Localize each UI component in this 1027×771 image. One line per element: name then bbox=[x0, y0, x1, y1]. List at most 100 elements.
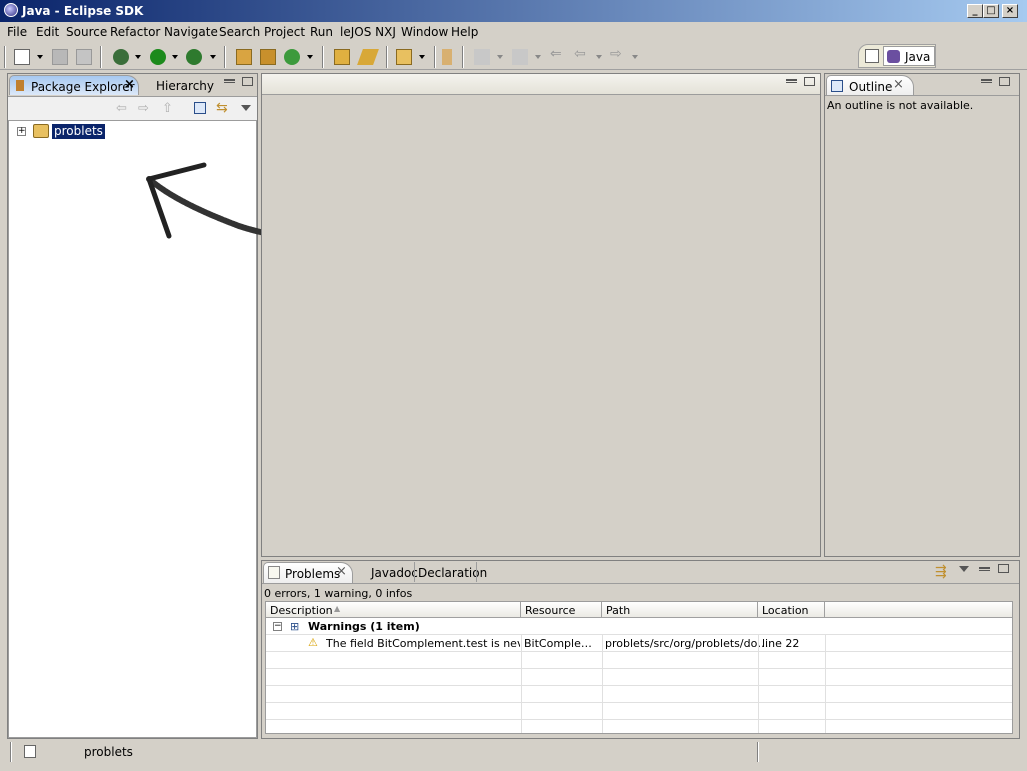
cell-divider bbox=[758, 720, 759, 733]
next-annotation-dropdown-icon[interactable] bbox=[497, 55, 503, 59]
problems-table: Description ▲ Resource Path Location − ⊞… bbox=[265, 601, 1013, 734]
open-type-icon[interactable] bbox=[334, 49, 350, 65]
external-tools-dropdown-icon[interactable] bbox=[210, 55, 216, 59]
warning-group-icon: ⊞ bbox=[290, 620, 300, 633]
link-with-editor-icon[interactable]: ⇆ bbox=[216, 100, 228, 116]
java-perspective-label: Java bbox=[905, 50, 931, 64]
tree-item-problets[interactable]: problets bbox=[52, 124, 105, 139]
menu-search[interactable]: Search bbox=[219, 25, 260, 39]
filter-icon[interactable]: ⇶ bbox=[935, 564, 947, 580]
table-row-empty bbox=[266, 669, 1012, 686]
run-icon[interactable] bbox=[150, 49, 166, 65]
menu-file[interactable]: File bbox=[7, 25, 27, 39]
forward-dropdown-icon[interactable] bbox=[632, 55, 638, 59]
maximize-window-button[interactable]: □ bbox=[983, 4, 999, 18]
new-java-class-icon[interactable] bbox=[284, 49, 300, 65]
problem-location: line 22 bbox=[762, 637, 800, 650]
menu-edit[interactable]: Edit bbox=[36, 25, 59, 39]
minimize-icon[interactable] bbox=[979, 567, 990, 571]
close-icon[interactable]: × bbox=[336, 564, 347, 579]
problems-tab-divider bbox=[262, 583, 1019, 584]
minimize-icon[interactable] bbox=[224, 79, 235, 83]
column-header-description[interactable]: Description ▲ bbox=[266, 602, 521, 618]
table-row-group[interactable]: − ⊞ Warnings (1 item) bbox=[266, 618, 1012, 635]
back-dropdown-icon[interactable] bbox=[596, 55, 602, 59]
menu-window[interactable]: Window bbox=[401, 25, 448, 39]
cell-divider bbox=[521, 635, 522, 651]
fast-view-icon[interactable] bbox=[24, 745, 36, 758]
folder-dropdown-icon[interactable] bbox=[419, 55, 425, 59]
new-dropdown-icon[interactable] bbox=[37, 55, 43, 59]
collapse-icon[interactable]: − bbox=[273, 622, 282, 631]
forward-icon[interactable]: ⇨ bbox=[138, 101, 149, 116]
toolbar-grip bbox=[4, 46, 6, 68]
tab-divider bbox=[414, 562, 415, 582]
cell-divider bbox=[825, 652, 826, 668]
outline-message: An outline is not available. bbox=[827, 99, 974, 112]
minimize-icon[interactable] bbox=[786, 79, 797, 83]
column-header-resource[interactable]: Resource bbox=[521, 602, 602, 618]
search-icon[interactable] bbox=[357, 49, 379, 65]
maximize-icon[interactable] bbox=[999, 77, 1010, 86]
table-row[interactable]: ⚠ The field BitComplement.test is never … bbox=[266, 635, 1012, 652]
title-bar: Java - Eclipse SDK _ □ × bbox=[0, 0, 1027, 22]
previous-annotation-icon[interactable] bbox=[512, 49, 528, 65]
minimize-window-button[interactable]: _ bbox=[967, 4, 983, 18]
forward-icon[interactable]: ⇨ bbox=[610, 46, 626, 62]
problem-path: problets/src/org/problets/do… bbox=[605, 637, 769, 650]
menu-run[interactable]: Run bbox=[310, 25, 333, 39]
view-menu-icon[interactable] bbox=[959, 566, 969, 572]
table-row-empty bbox=[266, 652, 1012, 669]
cell-divider bbox=[758, 703, 759, 719]
back-icon[interactable]: ⇦ bbox=[574, 46, 590, 62]
next-annotation-icon[interactable] bbox=[474, 49, 490, 65]
view-menu-icon[interactable] bbox=[241, 105, 251, 111]
new-java-project-icon[interactable] bbox=[236, 49, 252, 65]
problem-resource: BitComple… bbox=[524, 637, 592, 650]
close-icon[interactable]: × bbox=[124, 77, 135, 92]
menu-help[interactable]: Help bbox=[451, 25, 478, 39]
debug-dropdown-icon[interactable] bbox=[135, 55, 141, 59]
annotation-icon[interactable] bbox=[442, 49, 452, 65]
menu-source[interactable]: Source bbox=[66, 25, 107, 39]
run-dropdown-icon[interactable] bbox=[172, 55, 178, 59]
menu-navigate[interactable]: Navigate bbox=[164, 25, 218, 39]
maximize-icon[interactable] bbox=[998, 564, 1009, 573]
column-header-location[interactable]: Location bbox=[758, 602, 825, 618]
expand-icon[interactable]: + bbox=[17, 127, 26, 136]
last-edit-icon[interactable]: ⇐ bbox=[550, 46, 566, 62]
print-icon[interactable] bbox=[76, 49, 92, 65]
back-icon[interactable]: ⇦ bbox=[116, 101, 127, 116]
tab-hierarchy[interactable]: Hierarchy bbox=[156, 79, 214, 93]
cell-divider bbox=[825, 703, 826, 719]
debug-icon[interactable] bbox=[113, 49, 129, 65]
close-window-button[interactable]: × bbox=[1002, 4, 1018, 18]
column-header-path[interactable]: Path bbox=[602, 602, 758, 618]
close-icon[interactable]: × bbox=[893, 77, 904, 92]
menu-project[interactable]: Project bbox=[264, 25, 305, 39]
up-icon[interactable]: ⇧ bbox=[162, 101, 173, 116]
open-perspective-icon[interactable] bbox=[865, 49, 879, 63]
open-folder-icon[interactable] bbox=[396, 49, 412, 65]
new-class-dropdown-icon[interactable] bbox=[307, 55, 313, 59]
perspective-bar: Java bbox=[858, 44, 936, 68]
tab-javadoc[interactable]: Javadoc bbox=[371, 566, 418, 580]
outline-icon bbox=[831, 80, 843, 92]
maximize-icon[interactable] bbox=[804, 77, 815, 86]
maximize-icon[interactable] bbox=[242, 77, 253, 86]
java-perspective-button[interactable]: Java bbox=[883, 46, 935, 66]
toolbar-separator bbox=[462, 46, 464, 68]
save-icon[interactable] bbox=[52, 49, 68, 65]
tab-package-explorer[interactable]: Package Explorer × bbox=[9, 75, 139, 95]
minimize-icon[interactable] bbox=[981, 79, 992, 83]
menu-lejos-nxj[interactable]: leJOS NXJ bbox=[340, 25, 396, 39]
new-java-package-icon[interactable] bbox=[260, 49, 276, 65]
new-file-icon[interactable] bbox=[14, 49, 30, 65]
external-tools-icon[interactable] bbox=[186, 49, 202, 65]
collapse-all-icon[interactable] bbox=[194, 102, 206, 114]
menu-refactor[interactable]: Refactor bbox=[110, 25, 160, 39]
previous-annotation-dropdown-icon[interactable] bbox=[535, 55, 541, 59]
tab-problems[interactable]: Problems × bbox=[263, 562, 353, 583]
cell-divider bbox=[758, 686, 759, 702]
tab-outline[interactable]: Outline × bbox=[826, 75, 914, 95]
